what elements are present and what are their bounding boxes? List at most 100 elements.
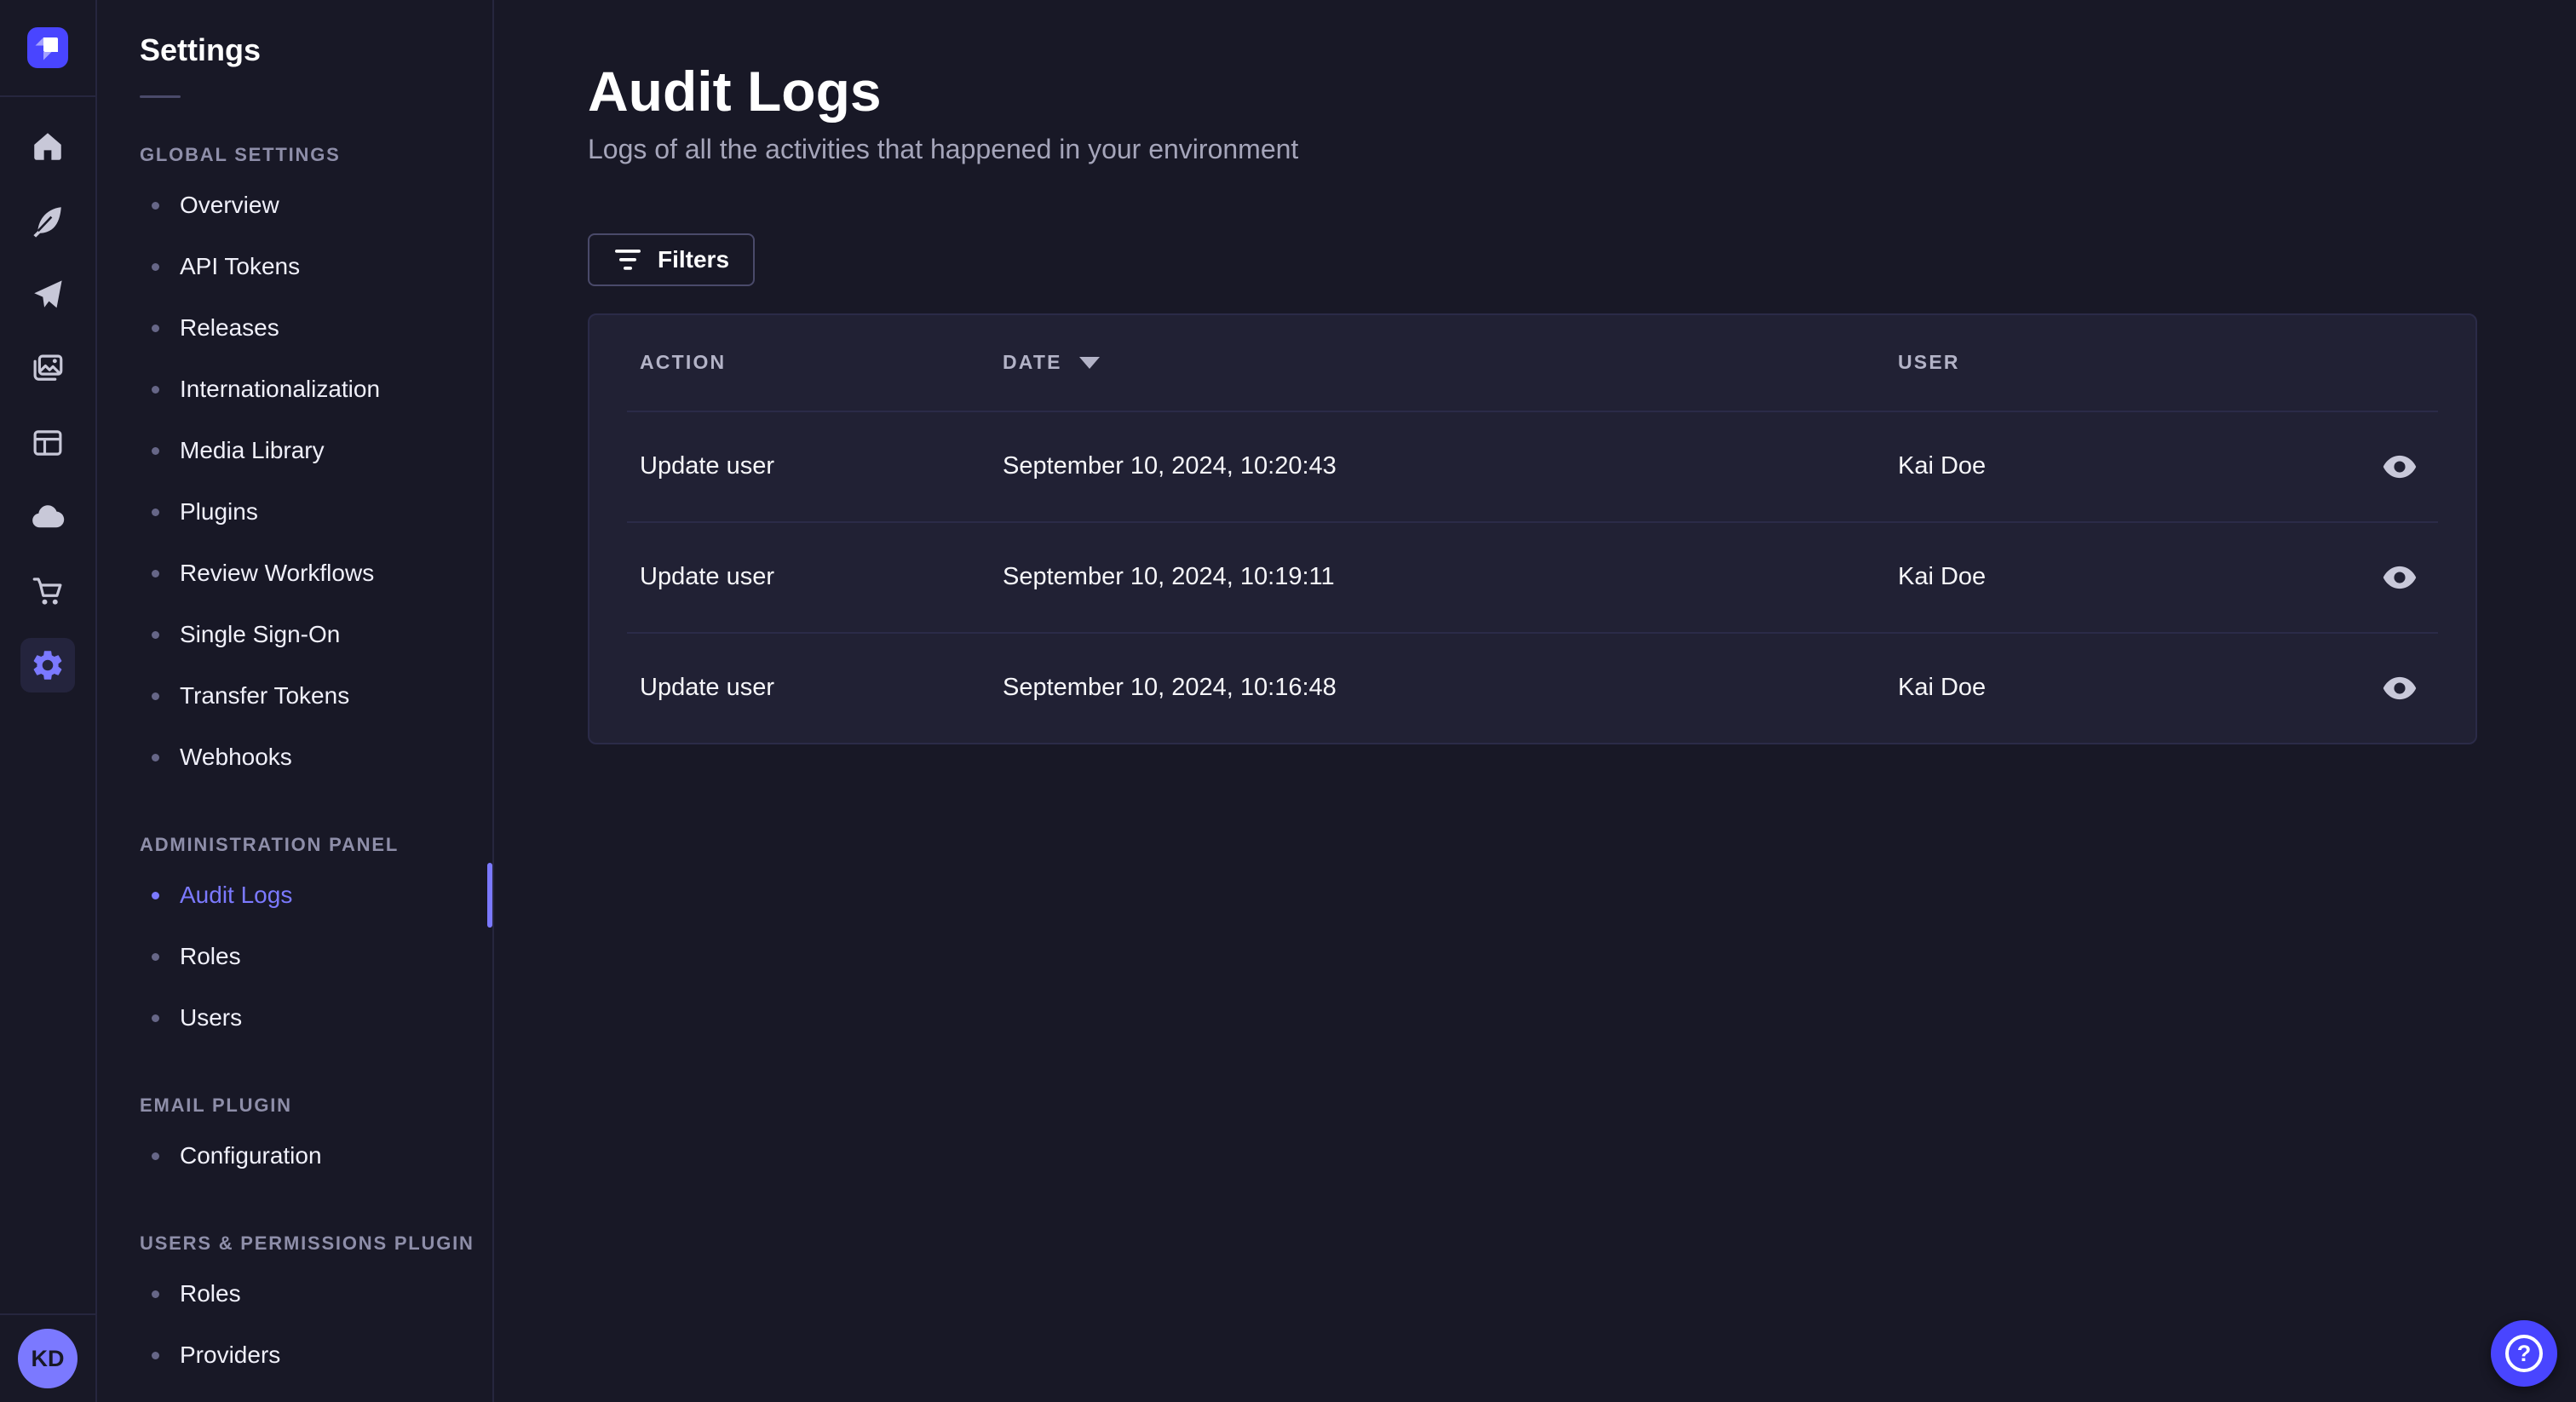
sidebar-item-label: Configuration [180,1142,322,1169]
bullet-icon [152,1014,159,1022]
table-body: Update user September 10, 2024, 10:20:43… [589,410,2475,743]
sidebar-item-label: Plugins [180,498,258,525]
help-button[interactable]: ? [2491,1320,2557,1387]
sidebar-item[interactable]: Roles [140,1263,492,1324]
cell-user: Kai Doe [1898,452,1987,480]
section-administration-panel: ADMINISTRATION PANEL Audit Logs Roles Us… [97,834,492,1049]
sidebar-item-label: Roles [180,1280,241,1307]
sidebar-item-label: Review Workflows [180,560,375,586]
sidebar-item-label: Overview [180,192,279,218]
sidebar-item-label: Transfer Tokens [180,682,350,709]
sidebar-item-label: Roles [180,943,241,969]
rail-logo-area [0,0,95,97]
filters-button[interactable]: Filters [588,233,756,286]
layout-icon[interactable] [20,416,75,470]
sidebar-item[interactable]: Configuration [140,1125,492,1187]
section-label: GLOBAL SETTINGS [140,144,341,165]
sidebar-item-label: Users [180,1004,243,1031]
cell-action: Update user [640,563,774,590]
filters-button-label: Filters [658,245,730,273]
cell-date: September 10, 2024, 10:19:11 [1003,563,1335,590]
sidebar-item-label: Providers [180,1342,281,1368]
images-icon[interactable] [20,342,75,396]
view-log-details-button[interactable] [2376,554,2424,601]
bullet-icon [152,262,159,271]
rail-footer: KD [0,1313,95,1402]
bullet-icon [152,891,159,899]
help-question-icon: ? [2505,1335,2543,1372]
sidebar-item[interactable]: Media Library [140,420,492,481]
sidebar-item[interactable]: Internationalization [140,359,492,420]
sort-desc-arrow-icon [1078,356,1100,369]
section-email-plugin: EMAIL PLUGIN Configuration [97,1095,492,1187]
view-log-details-button[interactable] [2376,664,2424,712]
sidebar-item[interactable]: Releases [140,297,492,359]
settings-subnav: Settings GLOBAL SETTINGS Overview API To… [97,0,494,1402]
cell-action: Update user [640,452,774,480]
cart-icon[interactable] [20,564,75,618]
sidebar-item-label: Audit Logs [180,882,293,908]
table-header-row: ACTION DATE USER [589,315,2475,411]
rail-nav [20,119,75,712]
table-row: Update user September 10, 2024, 10:16:48… [627,631,2438,743]
subnav-divider [140,95,181,98]
sidebar-item-label: Internationalization [180,376,381,402]
page-subtitle: Logs of all the activities that happened… [588,133,1299,164]
sidebar-item-label: Single Sign-On [180,621,341,647]
bullet-icon [152,508,159,516]
bullet-icon [152,1290,159,1298]
section-label: ADMINISTRATION PANEL [140,834,400,855]
gear-icon[interactable] [20,638,75,692]
icon-rail: KD [0,0,97,1402]
sidebar-item[interactable]: Single Sign-On [140,604,492,665]
strapi-admin-app: KD Settings GLOBAL SETTINGS Overview API… [0,0,2576,1402]
sidebar-item-label: API Tokens [180,253,301,279]
bullet-icon [152,692,159,700]
sidebar-item[interactable]: Providers [140,1324,492,1386]
cell-date: September 10, 2024, 10:16:48 [1003,674,1337,701]
subnav-title: Settings [140,32,262,67]
sidebar-item[interactable]: Users [140,987,492,1049]
column-header-user: USER [1898,351,1960,373]
sidebar-item-label: Releases [180,314,279,341]
sidebar-item[interactable]: Review Workflows [140,543,492,604]
strapi-logo-icon [27,27,68,68]
view-log-details-button[interactable] [2376,443,2424,491]
bullet-icon [152,1152,159,1160]
section-label: EMAIL PLUGIN [140,1095,292,1116]
eye-icon [2380,675,2419,701]
filter-icon [613,249,642,271]
bullet-icon [152,324,159,332]
sidebar-item[interactable]: API Tokens [140,236,492,297]
column-header-action: ACTION [640,351,727,373]
bullet-icon [152,385,159,394]
cell-date: September 10, 2024, 10:20:43 [1003,452,1337,480]
sidebar-item-label: Webhooks [180,744,292,770]
section-label: USERS & PERMISSIONS PLUGIN [140,1232,474,1254]
avatar[interactable]: KD [18,1329,78,1388]
audit-logs-table: ACTION DATE USER Update user September 1… [588,313,2477,744]
cell-action: Update user [640,674,774,701]
sidebar-item[interactable]: Plugins [140,481,492,543]
bullet-icon [152,1351,159,1359]
feather-icon[interactable] [20,193,75,248]
bullet-icon [152,569,159,577]
strapi-logo[interactable] [27,27,68,68]
cell-user: Kai Doe [1898,674,1987,701]
page-title: Audit Logs [588,60,882,123]
table-row: Update user September 10, 2024, 10:19:11… [627,520,2438,632]
paper-plane-icon[interactable] [20,267,75,322]
cell-user: Kai Doe [1898,563,1987,590]
cloud-icon[interactable] [20,490,75,544]
sidebar-item[interactable]: Audit Logs [140,865,492,926]
bullet-icon [152,952,159,961]
sidebar-item[interactable]: Transfer Tokens [140,665,492,727]
bullet-icon [152,630,159,639]
home-icon[interactable] [20,119,75,174]
sidebar-item[interactable]: Roles [140,926,492,987]
sidebar-item[interactable]: Overview [140,175,492,236]
eye-icon [2380,565,2419,590]
bullet-icon [152,446,159,455]
sidebar-item[interactable]: Webhooks [140,727,492,788]
column-header-date[interactable]: DATE [1003,351,1898,374]
